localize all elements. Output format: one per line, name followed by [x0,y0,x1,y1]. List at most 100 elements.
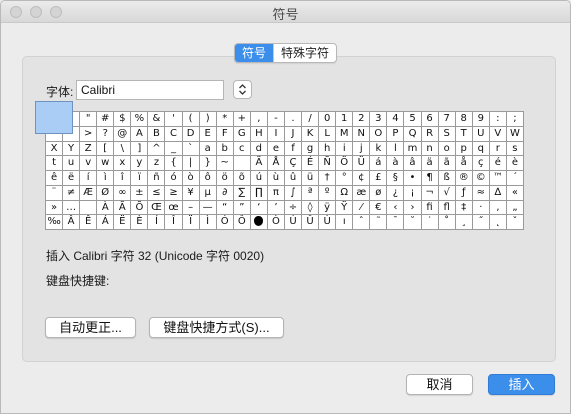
symbol-cell[interactable]: Ú [284,215,303,230]
symbol-cell[interactable]: Ù [319,215,337,230]
symbol-cell[interactable]: $ [114,112,132,127]
symbol-cell[interactable]: ˘ [404,215,422,230]
symbol-cell[interactable]: Ê [80,215,98,230]
symbol-cell[interactable]: + [233,112,251,127]
symbol-cell[interactable]: } [199,156,217,171]
symbol-cell[interactable]: ë [63,171,81,186]
symbol-cell[interactable]: G [233,126,251,142]
symbol-cell[interactable]: Ì [199,215,217,230]
symbol-cell[interactable]: Ï [182,215,200,230]
symbol-cell[interactable]: Ø [97,185,115,201]
symbol-cell[interactable]: - [267,112,285,127]
symbol-cell[interactable]: ~ [216,156,234,171]
symbol-cell[interactable]: 7 [438,112,456,127]
symbol-cell[interactable]: ⁄ [353,200,371,216]
symbol-cell[interactable]: ü [302,171,320,186]
symbol-cell[interactable]: † [319,171,337,186]
symbol-cell[interactable]: › [404,200,422,216]
symbol-cell[interactable]: . [284,112,303,127]
symbol-cell[interactable]: Ÿ [336,200,354,216]
symbol-cell[interactable]: õ [233,171,251,186]
symbol-cell[interactable]: t [46,156,64,171]
symbol-cell[interactable]: Ü [353,156,371,171]
symbol-cell[interactable]: å [455,156,473,171]
symbol-cell[interactable]: ˇ [506,215,524,230]
symbol-cell[interactable]: M [336,126,354,142]
symbol-cell[interactable]: ` [182,141,200,157]
symbol-cell[interactable]: Ë [114,215,132,230]
symbol-cell[interactable]: * [216,112,234,127]
symbol-cell[interactable]: Ö [336,156,354,171]
symbol-cell[interactable]: Œ [148,200,166,216]
symbol-cell[interactable]: U [472,126,490,142]
symbol-cell[interactable] [80,200,98,216]
symbol-cell[interactable]: ∑ [233,185,251,201]
symbol-cell[interactable]: k [370,141,388,157]
symbol-cell[interactable]: ( [182,112,200,127]
symbol-cell[interactable]: Q [404,126,422,142]
symbol-cell[interactable]: Â [63,215,81,230]
symbol-cell[interactable]: ) [199,112,217,127]
symbol-cell[interactable]: d [250,141,268,157]
symbol-cell[interactable]: ‰ [46,215,64,230]
symbol-cell[interactable]: F [216,126,234,142]
symbol-cell[interactable]: w [97,156,115,171]
symbol-cell[interactable]: % [131,112,149,127]
symbol-cell[interactable]: y [131,156,149,171]
symbol-cell[interactable]: ¯ [387,215,405,230]
symbol-cell[interactable]: R [421,126,439,142]
symbol-cell[interactable]: ' [165,112,183,127]
symbol-cell[interactable]: ∞ [114,185,132,201]
symbol-cell[interactable]: Å [267,156,285,171]
symbol-cell[interactable]: ˜ [370,215,388,230]
symbol-cell[interactable]: – [182,200,200,216]
symbol-cell[interactable]: ó [165,171,183,186]
symbol-cell[interactable]: r [489,141,507,157]
symbol-cell[interactable]: b [216,141,234,157]
symbol-cell[interactable]: l [387,141,405,157]
symbol-cell[interactable]: 6 [421,112,439,127]
symbol-cell[interactable]: I [267,126,285,142]
symbol-cell[interactable]: ï [131,171,149,186]
symbol-cell[interactable]: s [506,141,524,157]
symbol-cell[interactable]: J [284,126,303,142]
symbol-cell[interactable]: î [114,171,132,186]
symbol-cell[interactable]: € [370,200,388,216]
symbol-cell[interactable]: x [114,156,132,171]
symbol-cell[interactable]: ´ [506,171,524,186]
symbol-cell[interactable]: • [404,171,422,186]
symbol-cell[interactable]: Ò [267,215,285,230]
symbol-cell[interactable]: K [302,126,320,142]
symbol-cell[interactable]: £ [370,171,388,186]
tab-symbols[interactable]: 符号 [235,44,274,62]
symbol-cell[interactable]: ± [131,185,149,201]
symbol-cell[interactable]: z [148,156,166,171]
symbol-cell[interactable]: Ñ [319,156,337,171]
symbol-cell[interactable]: ÷ [284,200,303,216]
symbol-cell[interactable]: & [148,112,166,127]
symbol-cell[interactable]: 2 [353,112,371,127]
symbol-cell[interactable]: ] [131,141,149,157]
symbol-cell[interactable]: ƒ [455,185,473,201]
selected-symbol-preview[interactable] [35,101,73,134]
symbol-cell[interactable]: ı [336,215,354,230]
symbol-cell[interactable]: æ [353,185,371,201]
symbol-cell[interactable]: ® [455,171,473,186]
symbol-cell[interactable]: X [46,141,64,157]
symbol-cell[interactable]: û [284,171,303,186]
symbol-grid[interactable]: " # $% & '() * +, -./0 1 2 3 4 5 6 7 8 9:; >? @ A B C D E F G H I J K… [45,111,524,230]
symbol-cell[interactable]: D [182,126,200,142]
symbol-cell[interactable]: ¨ [46,185,64,201]
symbol-cell[interactable]: Ã [114,200,132,216]
symbol-cell[interactable]: … [63,200,81,216]
symbol-cell[interactable]: 1 [336,112,354,127]
symbol-cell[interactable]: Ô [233,215,251,230]
symbol-cell[interactable]: Û [302,215,320,230]
symbol-cell[interactable]: 9 [472,112,490,127]
symbol-cell[interactable]: ˙ [421,215,439,230]
symbol-cell[interactable]: © [472,171,490,186]
symbol-cell[interactable]: # [97,112,115,127]
symbol-cell[interactable]: ™ [489,171,507,186]
symbol-cell[interactable]: ÿ [319,200,337,216]
symbol-cell[interactable]: œ [165,200,183,216]
